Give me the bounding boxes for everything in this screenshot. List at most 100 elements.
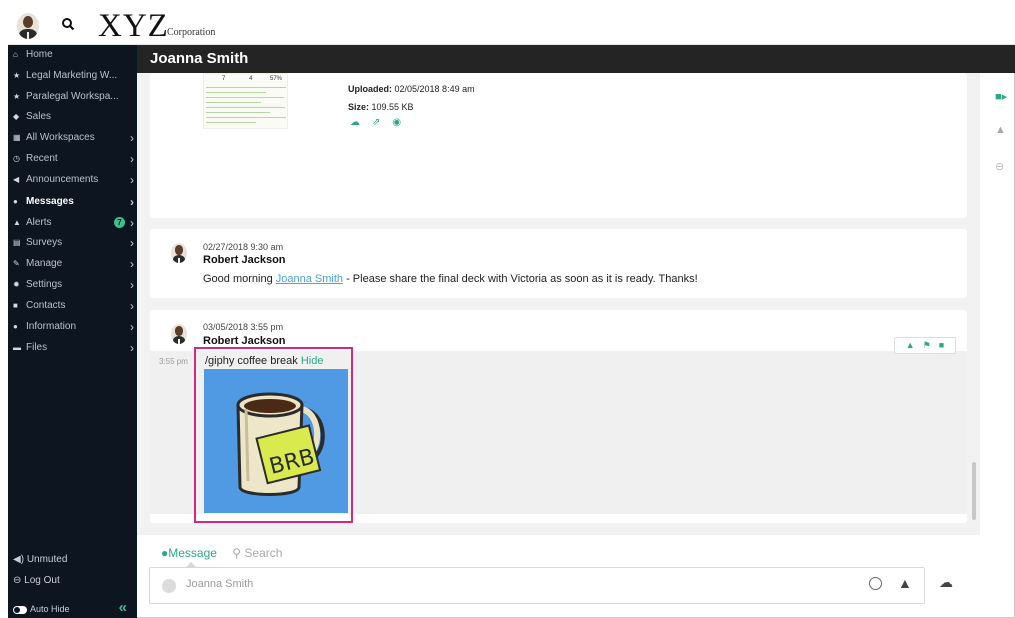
sidebar-item-settings[interactable]: ✹ Settings › xyxy=(8,275,137,295)
thumbs-up-icon[interactable]: ▲ xyxy=(906,340,915,350)
mention-link[interactable]: Joanna Smith xyxy=(276,273,343,285)
message-author[interactable]: Robert Jackson xyxy=(203,254,286,266)
clock-icon: ◷ xyxy=(13,154,20,163)
message-text-part: Good morning xyxy=(203,273,276,285)
author-avatar[interactable] xyxy=(171,324,187,344)
message-input[interactable] xyxy=(186,578,786,590)
alerts-count-badge: 7 xyxy=(114,217,125,228)
chevron-right-icon: › xyxy=(130,173,134,187)
uploaded-info: Uploaded: 02/05/2018 8:49 am xyxy=(348,84,475,94)
sidebar-item-home[interactable]: ⌂ Home xyxy=(8,45,137,65)
coffee-mug-icon: BRB xyxy=(204,369,348,513)
video-icon[interactable]: ■▸ xyxy=(995,90,1007,103)
chat-icon: ● xyxy=(13,197,18,206)
toggle-switch-icon xyxy=(13,605,27,614)
tab-message[interactable]: ●Message xyxy=(161,546,217,560)
sidebar-item-label: Paralegal Workspa... xyxy=(26,91,119,102)
thumb-number: 57% xyxy=(270,76,283,82)
warning-icon[interactable]: ▲ xyxy=(898,575,912,591)
folder-icon: ▬ xyxy=(13,343,21,352)
eye-icon[interactable]: ◉ xyxy=(392,117,401,128)
message-author[interactable]: Robert Jackson xyxy=(203,335,286,347)
sidebar-item-label: Messages xyxy=(26,196,74,207)
bell-icon[interactable]: ▲ xyxy=(995,124,1006,136)
pencil-icon: ✎ xyxy=(13,259,20,268)
giphy-highlight: /giphy coffee break Hide BRB xyxy=(194,347,353,523)
tab-search-label: Search xyxy=(244,546,283,560)
uploaded-value: 02/05/2018 8:49 am xyxy=(394,84,475,94)
emoji-icon[interactable] xyxy=(869,577,882,590)
message-text-part: - Please share the final deck with Victo… xyxy=(343,273,698,285)
logout-icon: ⊖ xyxy=(13,575,22,586)
sidebar-item-files[interactable]: ▬ Files › xyxy=(8,338,137,358)
tab-search[interactable]: ⚲ Search xyxy=(232,546,282,560)
autohide-toggle[interactable]: Auto Hide xyxy=(13,604,70,614)
sidebar-item-surveys[interactable]: ▤ Surveys › xyxy=(8,233,137,253)
giphy-command: /giphy coffee break Hide xyxy=(205,355,323,367)
sidebar-item-sales[interactable]: ◆ Sales xyxy=(8,107,137,127)
tag-icon: ◆ xyxy=(13,112,20,121)
sidebar-item-announcements[interactable]: ◀ Announcements › xyxy=(8,170,137,190)
sidebar-item-label: Sales xyxy=(26,111,52,122)
message-text: Good morning Joanna Smith - Please share… xyxy=(203,273,698,285)
sidebar-item-legal-marketing[interactable]: ★ Legal Marketing W... xyxy=(8,66,137,86)
composer-tabs: ●Message ⚲ Search xyxy=(161,546,282,560)
giphy-image[interactable]: BRB xyxy=(204,369,348,513)
sidebar-item-manage[interactable]: ✎ Manage › xyxy=(8,254,137,274)
author-avatar[interactable] xyxy=(171,243,187,263)
upload-cloud-icon[interactable]: ☁ xyxy=(939,574,953,591)
home-icon: ⌂ xyxy=(13,50,18,59)
trash-icon[interactable]: ■ xyxy=(939,340,944,350)
tab-message-label: Message xyxy=(168,546,217,560)
user-avatar[interactable] xyxy=(17,13,39,39)
download-cloud-icon[interactable]: ☁ xyxy=(350,117,360,128)
size-label: Size: xyxy=(348,102,370,112)
top-bar: XYZ Corporation xyxy=(8,8,1015,45)
chevron-right-icon: › xyxy=(130,216,134,230)
sidebar-item-label: Contacts xyxy=(26,300,66,311)
sidebar-item-label: Announcements xyxy=(26,174,99,185)
speaker-icon: ◀) xyxy=(13,554,25,565)
exit-icon[interactable]: ⊖ xyxy=(995,160,1004,173)
sidebar-item-contacts[interactable]: ■ Contacts › xyxy=(8,296,137,316)
star-icon: ★ xyxy=(13,71,21,80)
sidebar-item-label: Information xyxy=(26,321,77,332)
sidebar-item-information[interactable]: ● Information › xyxy=(8,317,137,337)
page-title: Joanna Smith xyxy=(150,50,249,67)
share-icon[interactable]: ⇗ xyxy=(372,117,380,128)
info-icon: ● xyxy=(13,322,18,331)
sidebar-item-recent[interactable]: ◷ Recent › xyxy=(8,149,137,169)
file-actions: ☁ ⇗ ◉ xyxy=(350,117,413,128)
collapse-sidebar-icon[interactable]: « xyxy=(119,599,127,616)
sidebar-item-messages[interactable]: ● Messages › xyxy=(8,192,137,212)
composer-avatar xyxy=(162,579,176,593)
file-thumbnail[interactable]: 7 4 57% xyxy=(203,73,288,129)
flag-icon[interactable]: ⚑ xyxy=(923,340,931,350)
gear-icon: ✹ xyxy=(13,280,20,289)
hide-link[interactable]: Hide xyxy=(301,355,324,367)
chevron-right-icon: › xyxy=(130,236,134,250)
alert-icon: ▲ xyxy=(13,218,21,227)
sidebar-item-all-workspaces[interactable]: ▦ All Workspaces › xyxy=(8,128,137,148)
conversation-header: Joanna Smith xyxy=(137,45,1015,73)
sidebar-item-alerts[interactable]: ▲ Alerts 7 › xyxy=(8,213,137,233)
unmuted-toggle[interactable]: ◀) Unmuted xyxy=(13,554,67,565)
autohide-label: Auto Hide xyxy=(30,604,70,614)
chevron-right-icon: › xyxy=(130,131,134,145)
logout-link[interactable]: ⊖ Log Out xyxy=(13,575,60,586)
sidebar-item-paralegal[interactable]: ★ Paralegal Workspa... xyxy=(8,87,137,107)
feed-scrollbar[interactable] xyxy=(972,462,976,520)
search-icon[interactable] xyxy=(60,16,76,34)
message-timestamp: 02/27/2018 9:30 am xyxy=(203,242,284,252)
sidebar-item-label: Settings xyxy=(26,279,63,290)
thumb-number: 7 xyxy=(222,76,226,82)
unmuted-label: Unmuted xyxy=(26,554,68,565)
message-side-time: 3:55 pm xyxy=(159,357,188,366)
chevron-right-icon: › xyxy=(130,152,134,166)
logout-label: Log Out xyxy=(24,575,60,586)
size-value: 109.55 KB xyxy=(371,102,414,112)
chevron-right-icon: › xyxy=(130,320,134,334)
sidebar-item-label: Surveys xyxy=(26,237,63,248)
sidebar-item-label: Recent xyxy=(26,153,58,164)
survey-icon: ▤ xyxy=(13,238,21,247)
